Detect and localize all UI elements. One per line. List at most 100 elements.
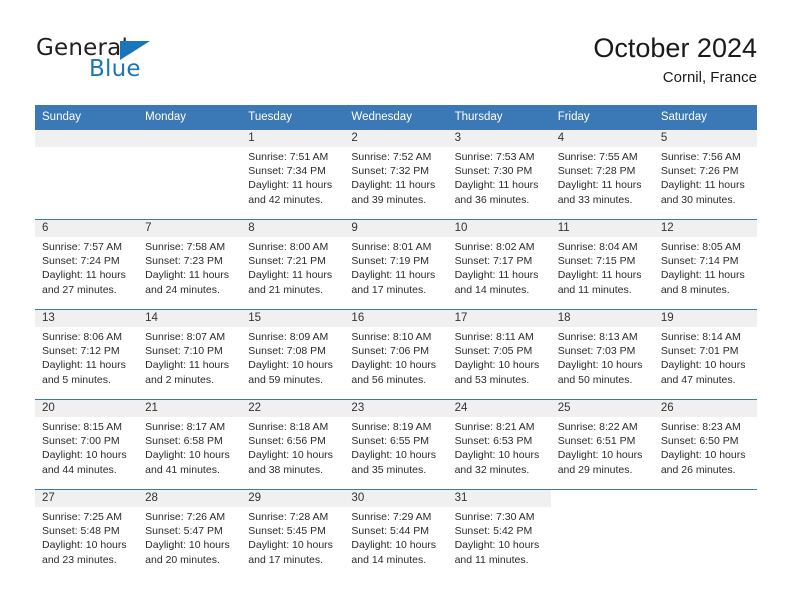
calendar-day-cell[interactable] (35, 129, 139, 220)
daylight-text-line1: Daylight: 11 hours (557, 269, 642, 282)
day-sun-info: Sunrise: 8:21 AM Sunset: 6:53 PM Daylight:… (448, 417, 551, 477)
day-cell-inner: 14 Sunrise: 8:07 AM Sunset: 7:10 PM Dayligh… (138, 310, 242, 399)
sunset-text: Sunset: 7:12 PM (42, 345, 120, 358)
day-cell-inner: 31 Sunrise: 7:30 AM Sunset: 5:42 PM Dayligh… (447, 490, 551, 579)
calendar-day-cell[interactable]: 2 Sunrise: 7:52 AM Sunset: 7:32 PM Daylight… (344, 129, 448, 220)
sunset-text: Sunset: 6:53 PM (454, 435, 533, 448)
day-cell-inner: 19 Sunrise: 8:14 AM Sunset: 7:01 PM Dayligh… (653, 310, 757, 399)
day-cell-inner: 21 Sunrise: 8:17 AM Sunset: 6:58 PM Dayligh… (138, 400, 242, 489)
calendar-day-cell[interactable]: 26 Sunrise: 8:23 AM Sunset: 6:50 PM Dayligh… (653, 399, 757, 490)
daylight-text-line2: and 2 minutes. (145, 373, 215, 386)
sunset-text: Sunset: 7:26 PM (660, 165, 739, 178)
daylight-text-line1: Daylight: 10 hours (248, 449, 333, 462)
calendar-day-cell[interactable]: 29 Sunrise: 7:28 AM Sunset: 5:45 PM Dayligh… (241, 489, 345, 579)
sunset-text: Sunset: 6:56 PM (248, 435, 326, 448)
calendar-day-cell[interactable] (138, 129, 242, 220)
sunrise-text: Sunrise: 8:17 AM (145, 421, 226, 433)
calendar-week-row: 27 Sunrise: 7:25 AM Sunset: 5:48 PM Dayligh… (35, 489, 757, 579)
day-number: 11 (550, 220, 654, 237)
daylight-text-line1: Daylight: 11 hours (351, 179, 436, 192)
calendar-day-cell[interactable] (550, 489, 654, 579)
day-number: 20 (35, 400, 139, 417)
sunset-text: Sunset: 7:28 PM (557, 165, 636, 178)
day-sun-info: Sunrise: 8:17 AM Sunset: 6:58 PM Daylight:… (138, 417, 241, 477)
daylight-text-line1: Daylight: 11 hours (145, 359, 229, 372)
day-number: 9 (344, 220, 448, 237)
weekday-header-wednesday: Wednesday (344, 105, 448, 130)
day-cell-inner: 9 Sunrise: 8:01 AM Sunset: 7:19 PM Daylight… (344, 220, 448, 309)
calendar-day-cell[interactable]: 24 Sunrise: 8:21 AM Sunset: 6:53 PM Dayligh… (447, 399, 551, 490)
day-cell-inner: 4 Sunrise: 7:55 AM Sunset: 7:28 PM Daylight… (550, 130, 654, 219)
day-number: 19 (653, 310, 757, 327)
daylight-text-line1: Daylight: 11 hours (557, 179, 642, 192)
calendar-day-cell[interactable]: 5 Sunrise: 7:56 AM Sunset: 7:26 PM Daylight… (653, 129, 757, 220)
daylight-text-line2: and 5 minutes. (42, 373, 111, 386)
sunset-text: Sunset: 7:34 PM (248, 165, 326, 178)
daylight-text-line2: and 36 minutes. (454, 193, 530, 206)
calendar-day-cell[interactable]: 27 Sunrise: 7:25 AM Sunset: 5:48 PM Dayligh… (35, 489, 139, 579)
sunrise-text: Sunrise: 7:26 AM (145, 511, 226, 523)
weekday-header-thursday: Thursday (447, 105, 551, 130)
calendar-day-cell[interactable]: 14 Sunrise: 8:07 AM Sunset: 7:10 PM Dayligh… (138, 309, 242, 400)
calendar-day-cell[interactable]: 3 Sunrise: 7:53 AM Sunset: 7:30 PM Daylight… (447, 129, 551, 220)
sunrise-text: Sunrise: 8:09 AM (248, 331, 329, 343)
calendar-day-cell[interactable]: 7 Sunrise: 7:58 AM Sunset: 7:23 PM Daylight… (138, 219, 242, 310)
calendar-day-cell[interactable]: 25 Sunrise: 8:22 AM Sunset: 6:51 PM Dayligh… (550, 399, 654, 490)
daylight-text-line2: and 30 minutes. (660, 193, 736, 206)
calendar-day-cell[interactable]: 11 Sunrise: 8:04 AM Sunset: 7:15 PM Dayligh… (550, 219, 654, 310)
sunrise-text: Sunrise: 8:22 AM (557, 421, 638, 433)
calendar-day-cell[interactable]: 15 Sunrise: 8:09 AM Sunset: 7:08 PM Dayligh… (241, 309, 345, 400)
day-sun-info: Sunrise: 8:10 AM Sunset: 7:06 PM Daylight:… (344, 327, 447, 387)
calendar-day-cell[interactable]: 8 Sunrise: 8:00 AM Sunset: 7:21 PM Daylight… (241, 219, 345, 310)
weekday-header-friday: Friday (550, 105, 654, 130)
sunrise-text: Sunrise: 8:15 AM (42, 421, 122, 433)
calendar-day-cell[interactable]: 1 Sunrise: 7:51 AM Sunset: 7:34 PM Daylight… (241, 129, 345, 220)
calendar-day-cell[interactable]: 9 Sunrise: 8:01 AM Sunset: 7:19 PM Daylight… (344, 219, 448, 310)
calendar-day-cell[interactable]: 20 Sunrise: 8:15 AM Sunset: 7:00 PM Dayligh… (35, 399, 139, 490)
calendar-day-cell[interactable]: 12 Sunrise: 8:05 AM Sunset: 7:14 PM Dayligh… (653, 219, 757, 310)
day-sun-info: Sunrise: 7:57 AM Sunset: 7:24 PM Daylight:… (35, 237, 138, 297)
day-sun-info: Sunrise: 7:58 AM Sunset: 7:23 PM Daylight:… (138, 237, 241, 297)
daylight-text-line1: Daylight: 11 hours (454, 179, 539, 192)
calendar-day-cell[interactable]: 18 Sunrise: 8:13 AM Sunset: 7:03 PM Dayligh… (550, 309, 654, 400)
day-sun-info: Sunrise: 7:51 AM Sunset: 7:34 PM Daylight:… (241, 147, 344, 207)
calendar-day-cell[interactable]: 6 Sunrise: 7:57 AM Sunset: 7:24 PM Daylight… (35, 219, 139, 310)
sunrise-text: Sunrise: 8:10 AM (351, 331, 432, 343)
day-sun-info: Sunrise: 8:06 AM Sunset: 7:12 PM Daylight:… (35, 327, 138, 387)
calendar-day-cell[interactable]: 4 Sunrise: 7:55 AM Sunset: 7:28 PM Daylight… (550, 129, 654, 220)
daylight-text-line2: and 8 minutes. (660, 283, 730, 296)
day-sun-info: Sunrise: 7:29 AM Sunset: 5:44 PM Daylight:… (344, 507, 447, 567)
calendar-day-cell[interactable]: 21 Sunrise: 8:17 AM Sunset: 6:58 PM Dayligh… (138, 399, 242, 490)
day-cell-inner: 27 Sunrise: 7:25 AM Sunset: 5:48 PM Dayligh… (35, 490, 139, 579)
sunset-text: Sunset: 7:00 PM (42, 435, 120, 448)
daylight-text-line1: Daylight: 11 hours (660, 179, 745, 192)
calendar-day-cell[interactable]: 19 Sunrise: 8:14 AM Sunset: 7:01 PM Dayligh… (653, 309, 757, 400)
sunset-text: Sunset: 7:23 PM (145, 255, 223, 268)
calendar-day-cell[interactable]: 22 Sunrise: 8:18 AM Sunset: 6:56 PM Dayligh… (241, 399, 345, 490)
general-blue-logo[interactable]: General Blue (36, 36, 236, 92)
daylight-text-line2: and 21 minutes. (248, 283, 323, 296)
calendar-day-cell[interactable]: 16 Sunrise: 8:10 AM Sunset: 7:06 PM Dayligh… (344, 309, 448, 400)
day-cell-inner: 7 Sunrise: 7:58 AM Sunset: 7:23 PM Daylight… (138, 220, 242, 309)
calendar-day-cell[interactable] (653, 489, 757, 579)
sunrise-text: Sunrise: 8:14 AM (660, 331, 741, 343)
daylight-text-line1: Daylight: 10 hours (248, 359, 333, 372)
calendar-day-cell[interactable]: 10 Sunrise: 8:02 AM Sunset: 7:17 PM Dayligh… (447, 219, 551, 310)
calendar-day-cell[interactable]: 31 Sunrise: 7:30 AM Sunset: 5:42 PM Dayligh… (447, 489, 551, 579)
sunrise-text: Sunrise: 7:29 AM (351, 511, 432, 523)
day-cell-inner: 22 Sunrise: 8:18 AM Sunset: 6:56 PM Dayligh… (241, 400, 345, 489)
calendar-day-cell[interactable]: 30 Sunrise: 7:29 AM Sunset: 5:44 PM Dayligh… (344, 489, 448, 579)
daylight-text-line1: Daylight: 11 hours (660, 269, 745, 282)
day-number: 28 (138, 490, 242, 507)
calendar-day-cell[interactable]: 17 Sunrise: 8:11 AM Sunset: 7:05 PM Dayligh… (447, 309, 551, 400)
sunset-text: Sunset: 7:05 PM (454, 345, 533, 358)
day-cell-inner: 2 Sunrise: 7:52 AM Sunset: 7:32 PM Daylight… (344, 130, 448, 219)
calendar-day-cell[interactable]: 28 Sunrise: 7:26 AM Sunset: 5:47 PM Dayligh… (138, 489, 242, 579)
daylight-text-line1: Daylight: 10 hours (42, 449, 127, 462)
day-number: 8 (241, 220, 345, 237)
daylight-text-line2: and 44 minutes. (42, 463, 117, 476)
calendar-day-cell[interactable]: 13 Sunrise: 8:06 AM Sunset: 7:12 PM Dayligh… (35, 309, 139, 400)
calendar-week-row: 20 Sunrise: 8:15 AM Sunset: 7:00 PM Dayligh… (35, 399, 757, 490)
daylight-text-line1: Daylight: 11 hours (351, 269, 436, 282)
calendar-day-cell[interactable]: 23 Sunrise: 8:19 AM Sunset: 6:55 PM Dayligh… (344, 399, 448, 490)
